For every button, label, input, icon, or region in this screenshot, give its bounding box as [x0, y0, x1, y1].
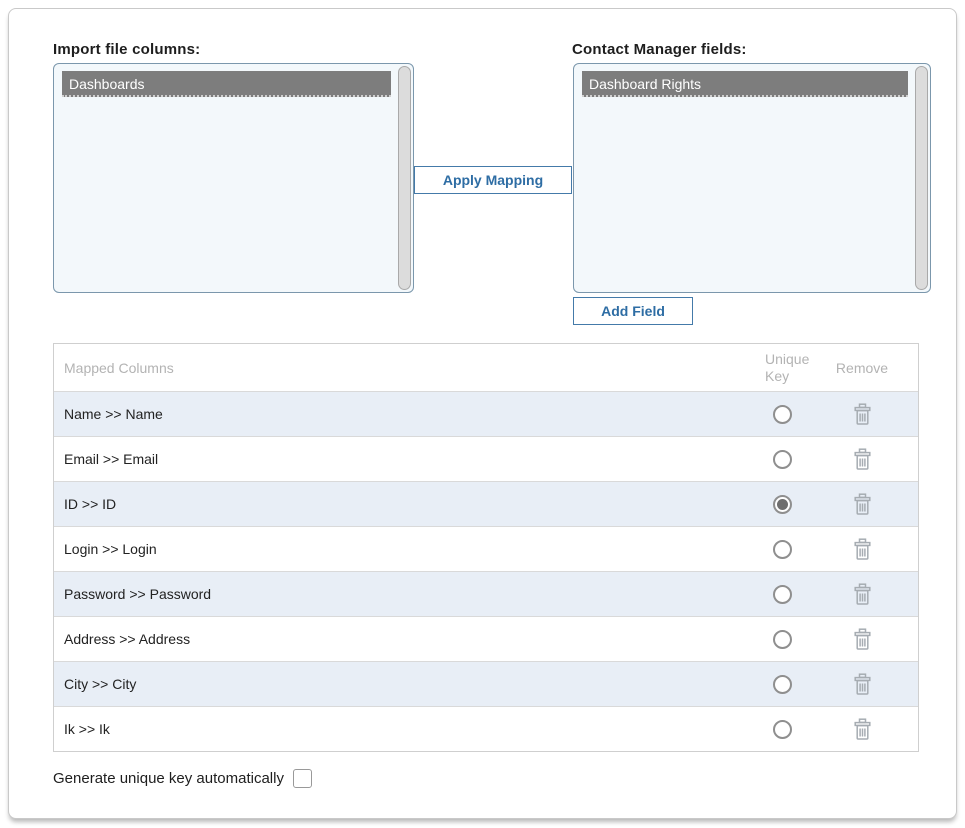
unique-key-radio[interactable]: [773, 585, 792, 604]
radio-dot: [777, 589, 788, 600]
unique-key-radio[interactable]: [773, 720, 792, 739]
remove-header: Remove: [822, 360, 902, 376]
remove-row-trash-icon[interactable]: [852, 538, 873, 561]
radio-dot: [777, 544, 788, 555]
mapped-column-label: Address >> Address: [54, 631, 742, 647]
table-row: Address >> Address: [54, 616, 918, 661]
table-row: Password >> Password: [54, 571, 918, 616]
radio-dot: [777, 634, 788, 645]
mapped-column-label: ID >> ID: [54, 496, 742, 512]
import-columns-listbox[interactable]: Dashboards: [53, 63, 414, 293]
table-body: Name >> Name Email >> Email ID >> ID Login …: [54, 391, 918, 751]
table-header-row: Mapped Columns Unique Key Remove: [54, 344, 918, 391]
remove-row-trash-icon[interactable]: [852, 403, 873, 426]
remove-row-trash-icon[interactable]: [852, 628, 873, 651]
remove-row-trash-icon[interactable]: [852, 448, 873, 471]
radio-dot: [777, 724, 788, 735]
radio-dot: [777, 409, 788, 420]
table-row: Email >> Email: [54, 436, 918, 481]
contact-fields-list: Dashboard Rights: [574, 71, 930, 97]
unique-key-radio[interactable]: [773, 540, 792, 559]
generate-unique-key-checkbox[interactable]: [293, 769, 312, 788]
mapped-columns-table: Mapped Columns Unique Key Remove Name >>…: [53, 343, 919, 752]
table-row: Login >> Login: [54, 526, 918, 571]
contact-manager-fields-label: Contact Manager fields:: [572, 41, 747, 58]
unique-key-header: Unique Key: [742, 351, 822, 385]
unique-key-radio[interactable]: [773, 675, 792, 694]
add-field-button[interactable]: Add Field: [573, 297, 693, 325]
mapped-column-label: Name >> Name: [54, 406, 742, 422]
contact-listbox-scrollbar[interactable]: [915, 66, 928, 290]
radio-dot: [777, 499, 788, 510]
mapped-columns-header: Mapped Columns: [54, 360, 742, 376]
mapped-column-label: City >> City: [54, 676, 742, 692]
contact-fields-listbox[interactable]: Dashboard Rights: [573, 63, 931, 293]
generate-unique-key-label: Generate unique key automatically: [53, 770, 284, 787]
unique-key-radio[interactable]: [773, 630, 792, 649]
contact-field-item[interactable]: Dashboard Rights: [582, 71, 908, 97]
import-listbox-scrollbar[interactable]: [398, 66, 411, 290]
apply-mapping-button[interactable]: Apply Mapping: [414, 166, 572, 194]
import-column-item[interactable]: Dashboards: [62, 71, 391, 97]
unique-key-radio[interactable]: [773, 495, 792, 514]
mapped-column-label: Email >> Email: [54, 451, 742, 467]
table-row: ID >> ID: [54, 481, 918, 526]
remove-row-trash-icon[interactable]: [852, 673, 873, 696]
unique-key-radio[interactable]: [773, 405, 792, 424]
mapped-column-label: Login >> Login: [54, 541, 742, 557]
radio-dot: [777, 454, 788, 465]
table-row: City >> City: [54, 661, 918, 706]
import-columns-list: Dashboards: [54, 71, 413, 97]
generate-key-footer: Generate unique key automatically: [53, 769, 312, 788]
table-row: Name >> Name: [54, 391, 918, 436]
table-row: Ik >> Ik: [54, 706, 918, 751]
import-mapping-panel: Import file columns: Dashboards Contact …: [8, 8, 957, 819]
remove-row-trash-icon[interactable]: [852, 493, 873, 516]
mapped-column-label: Ik >> Ik: [54, 721, 742, 737]
mapped-column-label: Password >> Password: [54, 586, 742, 602]
import-file-columns-label: Import file columns:: [53, 41, 200, 58]
remove-row-trash-icon[interactable]: [852, 583, 873, 606]
radio-dot: [777, 679, 788, 690]
unique-key-radio[interactable]: [773, 450, 792, 469]
remove-row-trash-icon[interactable]: [852, 718, 873, 741]
